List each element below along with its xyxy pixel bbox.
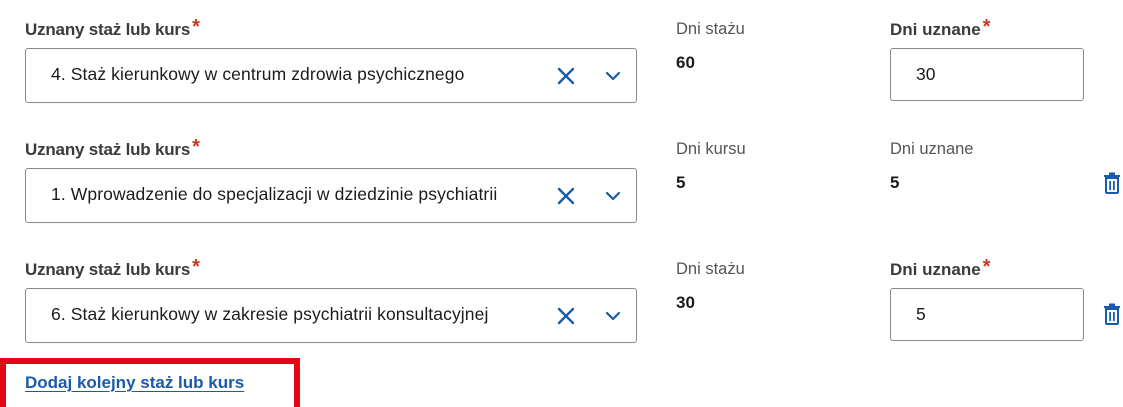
- internship-days-value: 60: [676, 53, 695, 72]
- course-label: Uznany staż lub kurs *: [25, 136, 200, 159]
- course-row-1: Uznany staż lub kurs * 4. Staż kierunkowy…: [0, 0, 1123, 110]
- required-asterisk: *: [982, 16, 991, 38]
- course-select-value: 1. Wprowadzenie do specjalizacji w dzied…: [51, 184, 498, 204]
- recognized-days-input[interactable]: [890, 48, 1084, 101]
- course-select[interactable]: 1. Wprowadzenie do specjalizacji w dzied…: [25, 168, 637, 223]
- recognized-days-label: Dni uznane: [890, 140, 974, 158]
- recognized-days-label: Dni uznane *: [890, 256, 991, 279]
- chevron-down-icon[interactable]: [601, 64, 625, 88]
- required-asterisk: *: [192, 136, 200, 158]
- internship-days-label: Dni stażu: [676, 20, 745, 38]
- internship-days-label: Dni stażu: [676, 260, 745, 278]
- recognized-days-value: 5: [890, 173, 900, 192]
- course-label: Uznany staż lub kurs *: [25, 256, 200, 279]
- internship-days-value: 30: [676, 293, 695, 312]
- recognized-days-label: Dni uznane *: [890, 16, 991, 39]
- course-days-label: Dni kursu: [676, 140, 746, 158]
- course-label: Uznany staż lub kurs *: [25, 16, 200, 39]
- add-course-link[interactable]: Dodaj kolejny staż lub kurs: [25, 373, 244, 393]
- required-asterisk: *: [192, 16, 200, 38]
- course-select-value: 4. Staż kierunkowy w centrum zdrowia psy…: [51, 64, 465, 84]
- trash-icon[interactable]: [1103, 303, 1121, 325]
- close-icon[interactable]: [554, 184, 578, 208]
- trash-icon[interactable]: [1103, 172, 1121, 194]
- course-row-2: Uznany staż lub kurs * 1. Wprowadzenie do…: [0, 120, 1123, 230]
- required-asterisk: *: [982, 256, 991, 278]
- course-select[interactable]: 6. Staż kierunkowy w zakresie psychiatri…: [25, 288, 637, 343]
- course-days-value: 5: [676, 173, 686, 192]
- course-select-value: 6. Staż kierunkowy w zakresie psychiatri…: [51, 304, 489, 324]
- close-icon[interactable]: [554, 304, 578, 328]
- chevron-down-icon[interactable]: [601, 304, 625, 328]
- course-row-3: Uznany staż lub kurs * 6. Staż kierunkowy…: [0, 240, 1123, 350]
- close-icon[interactable]: [554, 64, 578, 88]
- recognized-days-input[interactable]: [890, 288, 1084, 341]
- chevron-down-icon[interactable]: [601, 184, 625, 208]
- required-asterisk: *: [192, 256, 200, 278]
- course-select[interactable]: 4. Staż kierunkowy w centrum zdrowia psy…: [25, 48, 637, 103]
